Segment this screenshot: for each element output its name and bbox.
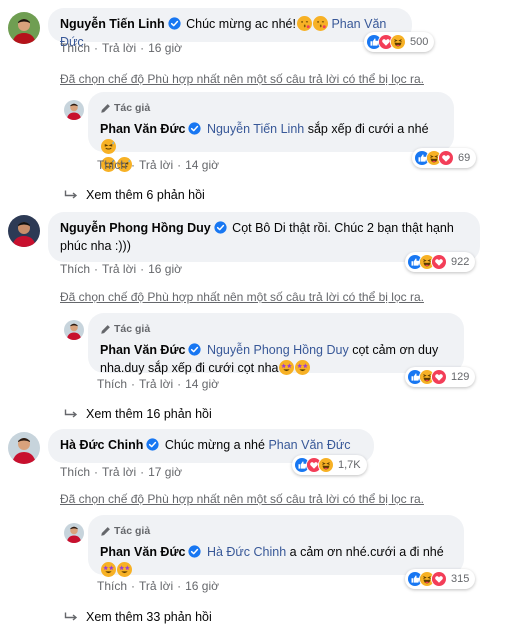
- commenter-name[interactable]: Phan Văn Đức: [100, 545, 185, 559]
- reaction-count: 922: [451, 256, 470, 268]
- author-badge: Tác giả: [100, 99, 442, 117]
- reply-actions: Thích · Trả lời · 14 giờ: [97, 158, 219, 172]
- verified-icon: [188, 343, 201, 356]
- avatar[interactable]: [64, 100, 84, 120]
- commenter-name[interactable]: Phan Văn Đức: [100, 122, 185, 136]
- verified-icon: [146, 438, 159, 451]
- filter-notice[interactable]: Đã chọn chế độ Phù hợp nhất nên một số c…: [60, 492, 424, 506]
- view-more-replies[interactable]: Xem thêm 6 phản hồi: [64, 188, 205, 202]
- filter-notice[interactable]: Đã chọn chế độ Phù hợp nhất nên một số c…: [60, 72, 424, 86]
- mention-link[interactable]: Nguyễn Phong Hồng Duy: [207, 343, 349, 357]
- reply-time[interactable]: 14 giờ: [185, 377, 219, 391]
- reply-text: a cảm ơn nhé.cưới a đi nhé: [289, 545, 444, 559]
- like-button[interactable]: Thích: [97, 377, 127, 391]
- love-icon: [431, 254, 447, 270]
- reaction-summary[interactable]: 315: [405, 569, 476, 589]
- reaction-count: 1,7K: [338, 459, 361, 471]
- reply-time[interactable]: 16 giờ: [185, 579, 219, 593]
- reaction-count: 500: [410, 36, 429, 48]
- reply-button[interactable]: Trả lời: [102, 41, 136, 55]
- verified-icon: [214, 221, 227, 234]
- reaction-summary[interactable]: 129: [405, 367, 476, 387]
- reply-button[interactable]: Trả lời: [139, 377, 173, 391]
- author-badge: Tác giả: [100, 522, 452, 540]
- commenter-name[interactable]: Phan Văn Đức: [100, 343, 185, 357]
- reaction-summary[interactable]: 922: [405, 252, 476, 272]
- commenter-name[interactable]: Nguyễn Tiến Linh: [60, 17, 165, 31]
- avatar[interactable]: [64, 320, 84, 340]
- verified-icon: [188, 545, 201, 558]
- avatar[interactable]: [8, 432, 40, 464]
- reply-button[interactable]: Trả lời: [139, 158, 173, 172]
- author-icon: [100, 324, 111, 335]
- reply-button[interactable]: Trả lời: [139, 579, 173, 593]
- reply-text: sắp xếp đi cưới a nhé: [307, 122, 429, 136]
- love-icon: [438, 150, 454, 166]
- reply-text: cọt cảm ơn duy: [352, 343, 439, 357]
- haha-icon: [318, 457, 334, 473]
- reply-arrow-icon: [64, 612, 78, 622]
- mention-link[interactable]: Hà Đức Chinh: [207, 545, 286, 559]
- author-badge: Tác giả: [100, 320, 452, 338]
- reply-bubble: Tác giả Phan Văn Đức Nguyễn Tiến Linh sắ…: [88, 92, 454, 152]
- comment-text: Chúc mừng ac nhé!: [186, 17, 296, 31]
- mention-link[interactable]: Nguyễn Tiến Linh: [207, 122, 304, 136]
- comment-time[interactable]: 17 giờ: [148, 465, 182, 479]
- like-button[interactable]: Thích: [60, 465, 90, 479]
- comment-actions: Thích · Trả lời · 16 giờ: [60, 41, 182, 55]
- reply-button[interactable]: Trả lời: [102, 262, 136, 276]
- reaction-summary[interactable]: 1,7K: [292, 455, 367, 475]
- view-more-replies[interactable]: Xem thêm 33 phản hồi: [64, 610, 212, 624]
- comment-text: Cọt Bô Di thật rồi. Chúc 2 bạn thật hạnh: [232, 221, 454, 235]
- star-eyes-emoji-icon: [101, 562, 116, 577]
- avatar[interactable]: [8, 12, 40, 44]
- author-icon: [100, 526, 111, 537]
- like-button[interactable]: Thích: [60, 262, 90, 276]
- comment-actions: Thích · Trả lời · 17 giờ: [60, 465, 182, 479]
- reply-actions: Thích · Trả lời · 16 giờ: [97, 579, 219, 593]
- verified-icon: [188, 122, 201, 135]
- reaction-summary[interactable]: 500: [364, 32, 435, 52]
- reply-arrow-icon: [64, 409, 78, 419]
- reply-time[interactable]: 14 giờ: [185, 158, 219, 172]
- avatar[interactable]: [8, 215, 40, 247]
- reaction-count: 129: [451, 371, 470, 383]
- commenter-name[interactable]: Nguyễn Phong Hồng Duy: [60, 221, 211, 235]
- reply-arrow-icon: [64, 190, 78, 200]
- reply-bubble: Tác giả Phan Văn Đức Hà Đức Chinh a cảm …: [88, 515, 464, 575]
- star-eyes-emoji-icon: [117, 562, 132, 577]
- reply-button[interactable]: Trả lời: [102, 465, 136, 479]
- comment-time[interactable]: 16 giờ: [148, 41, 182, 55]
- haha-icon: [390, 34, 406, 50]
- comment-text: phúc nha :))): [60, 239, 131, 253]
- reaction-summary[interactable]: 69: [412, 148, 477, 168]
- verified-icon: [168, 17, 181, 30]
- like-button[interactable]: Thích: [97, 158, 127, 172]
- view-more-replies[interactable]: Xem thêm 16 phản hồi: [64, 407, 212, 421]
- reply-text: nha.duy sắp xếp đi cưới cọt nha: [100, 361, 279, 375]
- filter-notice[interactable]: Đã chọn chế độ Phù hợp nhất nên một số c…: [60, 290, 424, 304]
- mention-link[interactable]: Phan Văn Đức: [268, 438, 350, 452]
- sweat-emoji-icon: [101, 139, 116, 154]
- star-eyes-emoji-icon: [295, 360, 310, 375]
- reply-bubble: Tác giả Phan Văn Đức Nguyễn Phong Hồng D…: [88, 313, 464, 375]
- comment-bubble: Nguyễn Tiến Linh Chúc mừng ac nhé! Phan …: [48, 8, 412, 49]
- like-button[interactable]: Thích: [60, 41, 90, 55]
- kiss-emoji-icon: [297, 16, 312, 31]
- love-icon: [431, 369, 447, 385]
- kiss-emoji-icon: [313, 16, 328, 31]
- reaction-count: 315: [451, 573, 470, 585]
- like-button[interactable]: Thích: [97, 579, 127, 593]
- avatar[interactable]: [64, 523, 84, 543]
- comment-text: Chúc mừng a nhé: [164, 438, 265, 452]
- reply-actions: Thích · Trả lời · 14 giờ: [97, 377, 219, 391]
- reaction-count: 69: [458, 152, 471, 164]
- comment-time[interactable]: 16 giờ: [148, 262, 182, 276]
- author-icon: [100, 103, 111, 114]
- star-eyes-emoji-icon: [279, 360, 294, 375]
- comment-actions: Thích · Trả lời · 16 giờ: [60, 262, 182, 276]
- love-icon: [431, 571, 447, 587]
- commenter-name[interactable]: Hà Đức Chinh: [60, 438, 143, 452]
